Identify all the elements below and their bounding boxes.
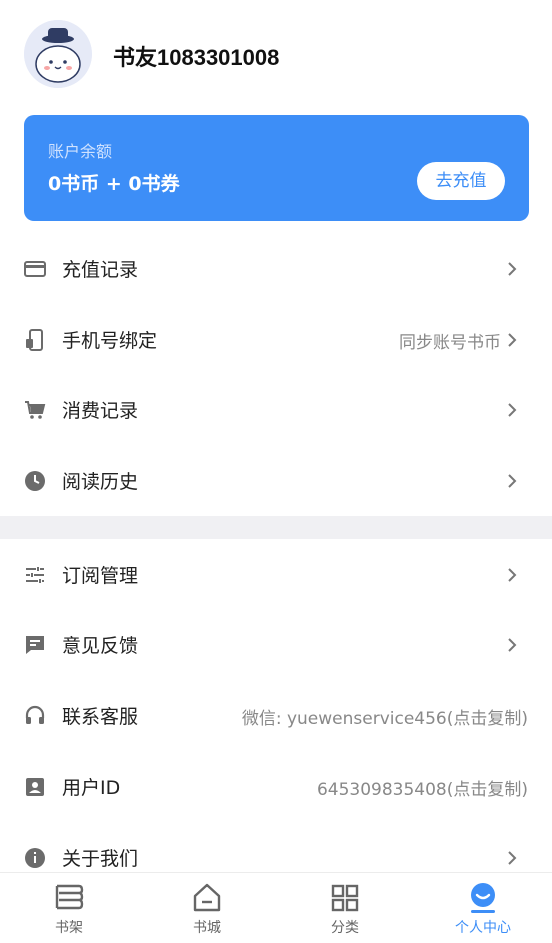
- recharge-button[interactable]: 去充值: [417, 162, 505, 200]
- menu-label: 关于我们: [62, 848, 139, 870]
- menu-row-user-id[interactable]: 用户ID 645309835408(点击复制): [0, 751, 552, 822]
- menu-label: 联系客服: [62, 706, 139, 728]
- balance-card: 账户余额 0书币 + 0书券 去充值: [24, 115, 529, 221]
- menu-label: 阅读历史: [62, 471, 139, 493]
- menu-row-subscription[interactable]: 订阅管理: [0, 539, 552, 610]
- tab-categories[interactable]: 分类: [276, 873, 414, 943]
- avatar[interactable]: [24, 20, 92, 88]
- wechat-contact-text[interactable]: 微信: yuewenservice456(点击复制): [242, 704, 528, 729]
- chevron-right-icon: [508, 333, 517, 347]
- chevron-right-icon: [508, 851, 517, 865]
- tab-profile[interactable]: 个人中心: [414, 873, 552, 943]
- menu-label: 用户ID: [62, 777, 121, 799]
- chevron-right-icon: [508, 568, 517, 582]
- balance-value: 0书币 + 0书券: [48, 173, 180, 195]
- menu-label: 订阅管理: [62, 565, 139, 587]
- bookstore-icon: [193, 883, 221, 912]
- headset-icon: [25, 705, 45, 724]
- tab-label: 个人中心: [455, 920, 511, 936]
- phone-icon: [26, 329, 43, 351]
- tab-label: 书架: [55, 920, 83, 936]
- profile-header: 书友1083301008: [0, 0, 552, 110]
- chevron-right-icon: [508, 474, 517, 488]
- bottom-tab-bar: 书架 书城 分类 个人中心: [0, 872, 552, 943]
- section-divider: [0, 516, 552, 539]
- cart-icon: [25, 401, 46, 419]
- smile-icon: [471, 883, 495, 913]
- chevron-right-icon: [508, 403, 517, 417]
- chevron-right-icon: [508, 262, 517, 276]
- tab-bookstore[interactable]: 书城: [138, 873, 276, 943]
- menu-right-text: 同步账号书币: [399, 333, 501, 353]
- menu-row-consumption-history[interactable]: 消费记录: [0, 374, 552, 445]
- clock-icon: [25, 471, 45, 491]
- bookshelf-icon: [55, 884, 84, 910]
- menu-label: 手机号绑定: [62, 330, 158, 352]
- balance-label: 账户余额: [48, 142, 113, 161]
- menu-row-feedback[interactable]: 意见反馈: [0, 609, 552, 680]
- menu-row-phone-binding[interactable]: 手机号绑定 同步账号书币: [0, 304, 552, 375]
- username: 书友1083301008: [113, 45, 280, 70]
- user-id-text[interactable]: 645309835408(点击复制): [317, 775, 528, 800]
- menu-label: 意见反馈: [62, 635, 139, 657]
- menu-label: 消费记录: [62, 400, 139, 422]
- credit-card-icon: [24, 261, 46, 277]
- menu-label: 充值记录: [62, 259, 139, 281]
- id-card-icon: [26, 778, 44, 796]
- grid-icon: [331, 884, 359, 912]
- chevron-right-icon: [508, 638, 517, 652]
- tab-label: 书城: [193, 920, 221, 936]
- feedback-icon: [26, 636, 44, 654]
- info-icon: [25, 848, 45, 868]
- menu-row-recharge-history[interactable]: 充值记录: [0, 233, 552, 304]
- sliders-icon: [26, 567, 44, 583]
- menu-row-reading-history[interactable]: 阅读历史: [0, 445, 552, 516]
- tab-bookshelf[interactable]: 书架: [0, 873, 138, 943]
- menu-row-customer-service[interactable]: 联系客服 微信: yuewenservice456(点击复制): [0, 680, 552, 751]
- tab-label: 分类: [331, 920, 359, 936]
